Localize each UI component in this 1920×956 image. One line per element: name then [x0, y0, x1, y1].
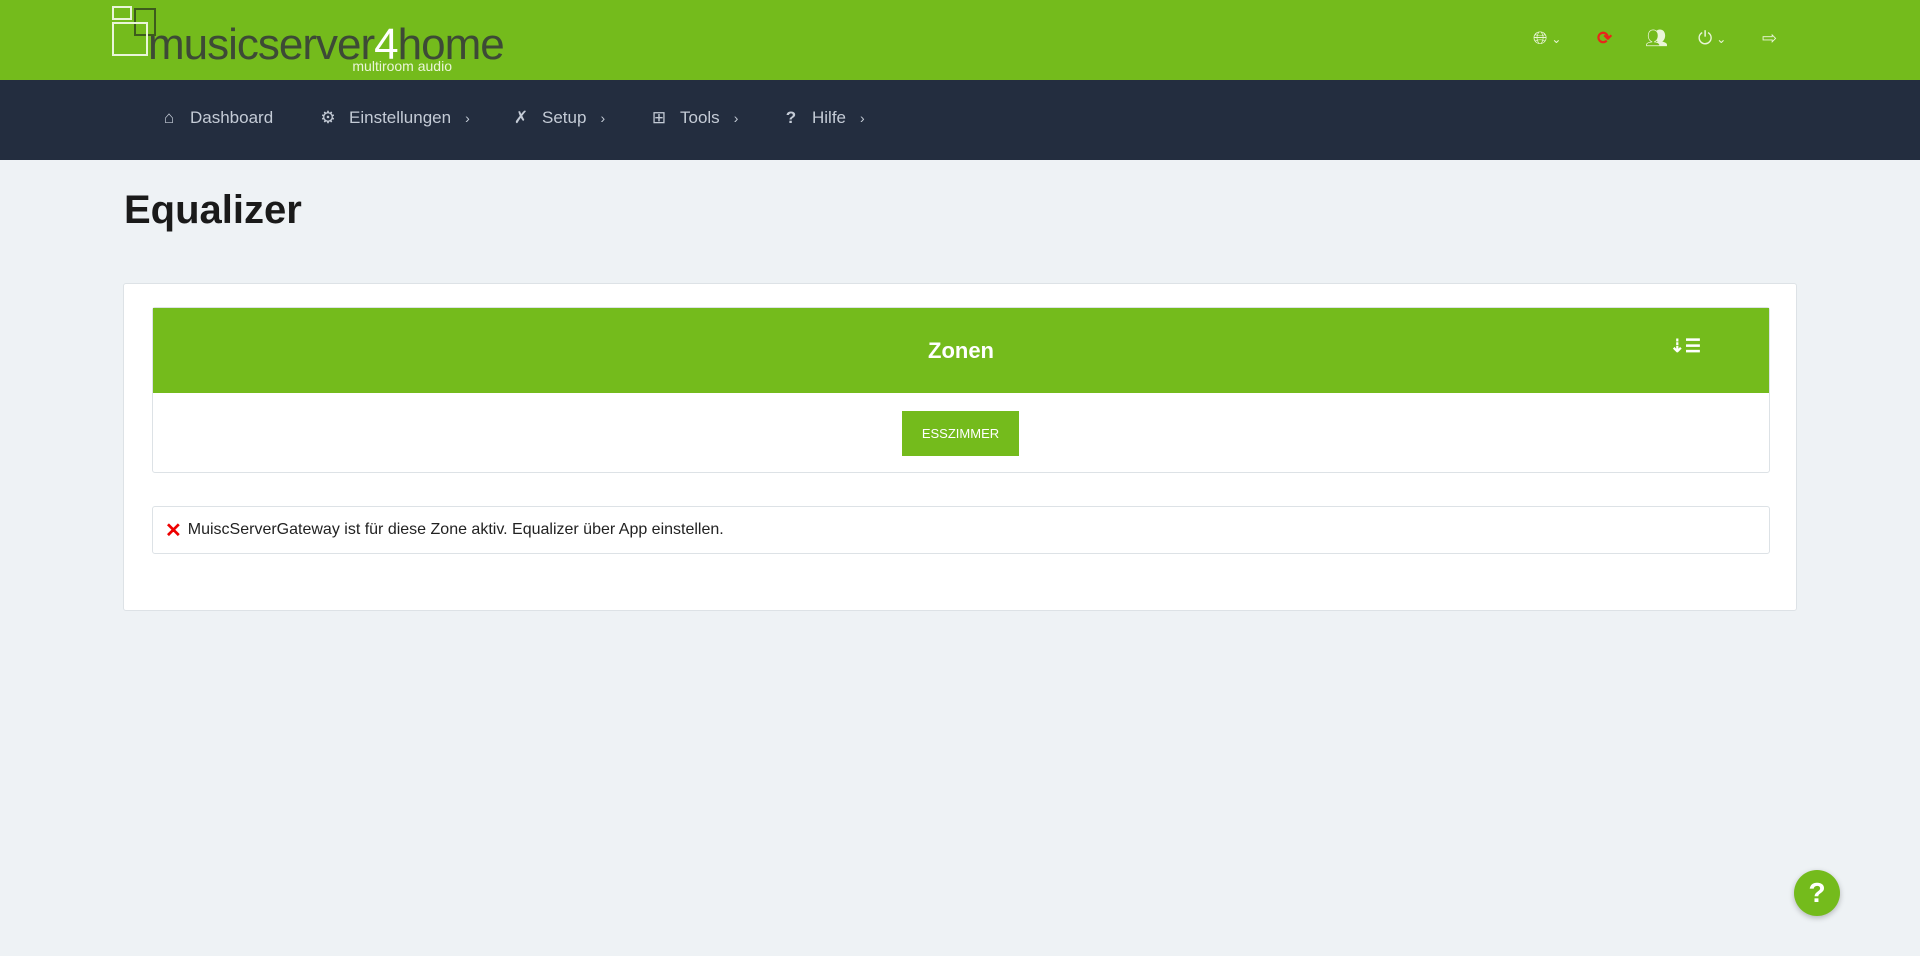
chevron-right-icon: › — [733, 110, 739, 126]
zone-button-esszimmer[interactable]: ESSZIMMER — [902, 411, 1019, 456]
nav-dashboard[interactable]: ⌂ Dashboard — [160, 108, 273, 128]
top-header: musicserver4home multiroom audio 🌐︎ ⌄ ⟳ 👥… — [0, 0, 1920, 80]
logout-button[interactable]: ⇨ — [1762, 28, 1777, 49]
nav-einstellungen[interactable]: ⚙ Einstellungen › — [319, 108, 470, 128]
users-button[interactable]: 👥︎ — [1645, 28, 1668, 49]
zones-header: Zonen ⇣☰ — [153, 308, 1769, 393]
nav-setup[interactable]: ✗ Setup › — [512, 108, 605, 128]
refresh-icon: ⟳ — [1597, 28, 1613, 48]
chevron-down-icon: ⌄ — [1716, 31, 1727, 46]
plus-square-icon: ⊞ — [651, 108, 667, 127]
zones-panel: Zonen ⇣☰ ESSZIMMER — [152, 307, 1770, 473]
globe-icon: 🌐︎ — [1533, 28, 1548, 48]
logo[interactable]: musicserver4home multiroom audio — [112, 6, 505, 74]
chevron-right-icon: › — [600, 110, 606, 126]
sort-icon[interactable]: ⇣☰ — [1670, 336, 1701, 357]
chevron-right-icon: › — [465, 110, 470, 126]
close-x-icon: ✕ — [165, 519, 182, 542]
gear-icon: ⚙ — [320, 108, 336, 127]
nav-hilfe[interactable]: ? Hilfe › — [782, 108, 865, 128]
power-icon: ⏻ — [1698, 28, 1713, 48]
main-nav: ⌂ Dashboard ⚙ Einstellungen › ✗ Setup › ⊞ Tool… — [0, 80, 1920, 160]
tools-icon: ✗ — [513, 108, 529, 127]
nav-tools[interactable]: ⊞ Tools › — [650, 108, 738, 128]
language-menu[interactable]: 🌐︎ ⌄ — [1533, 28, 1561, 49]
refresh-button[interactable]: ⟳ — [1597, 28, 1612, 49]
power-menu[interactable]: ⏻ ⌄ — [1698, 28, 1726, 49]
sign-out-icon: ⇨ — [1762, 28, 1778, 48]
question-icon: ? — [785, 108, 797, 127]
chevron-right-icon: › — [860, 110, 865, 126]
equalizer-card: Zonen ⇣☰ ESSZIMMER ✕ MuiscServerGateway … — [123, 283, 1797, 611]
users-cog-icon: 👥︎ — [1645, 28, 1668, 48]
chevron-down-icon: ⌄ — [1551, 31, 1562, 46]
zones-title: Zonen — [928, 337, 994, 363]
home-icon: ⌂ — [163, 108, 175, 127]
page-title: Equalizer — [124, 188, 302, 232]
help-button[interactable]: ? — [1794, 870, 1840, 916]
gateway-alert: ✕ MuiscServerGateway ist für diese Zone … — [152, 506, 1770, 554]
